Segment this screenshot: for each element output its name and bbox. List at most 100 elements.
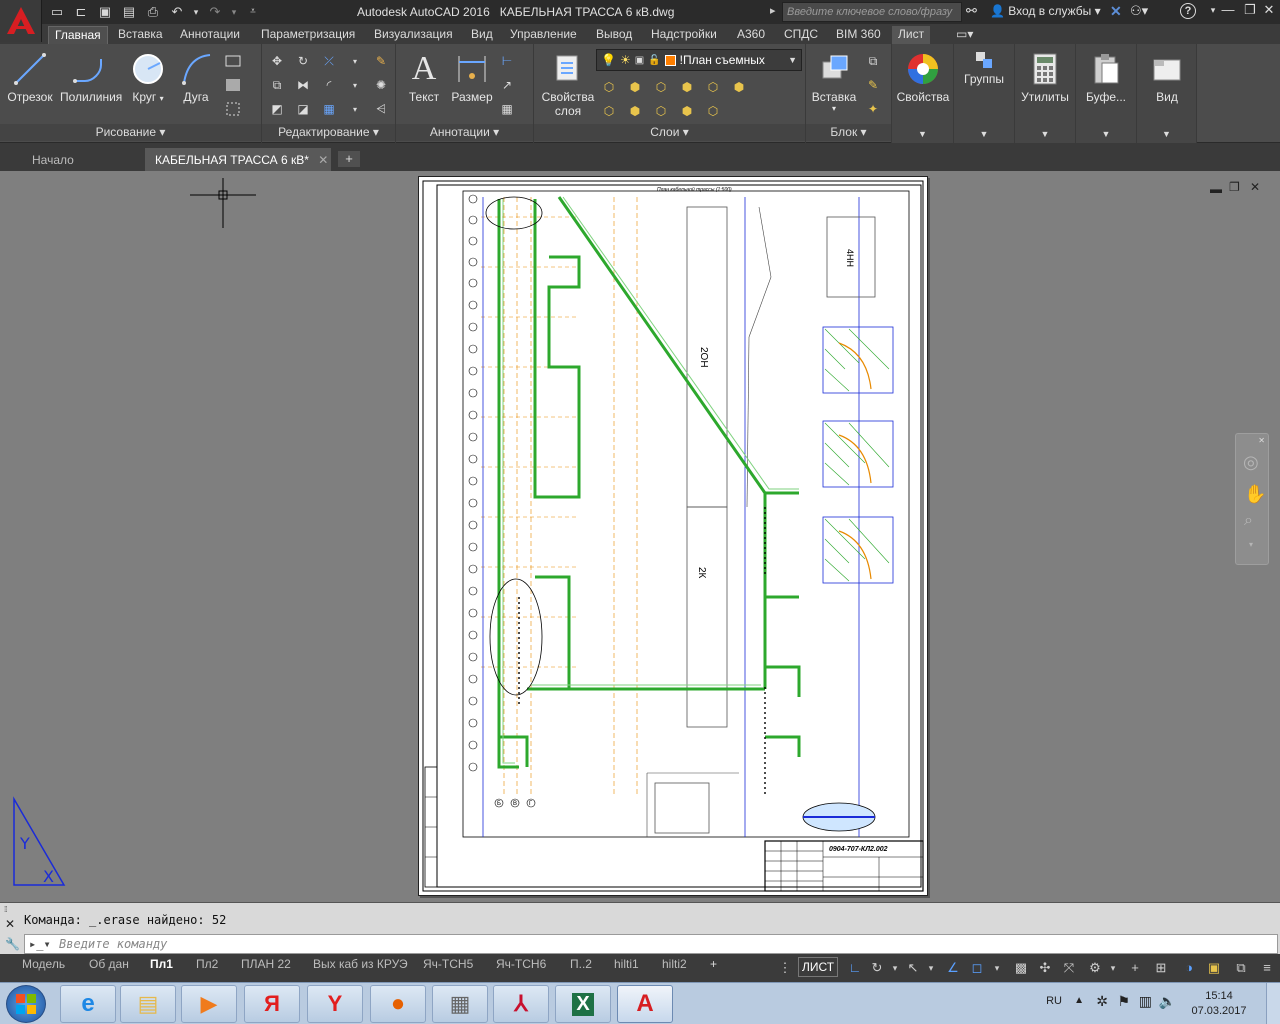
command-settings-icon[interactable]: 🔧 xyxy=(5,937,20,951)
draw-panel-title[interactable]: Рисование ▾ xyxy=(0,124,261,141)
object-snap-icon[interactable]: ◻ xyxy=(968,959,986,977)
show-annotation-icon[interactable]: ▩ xyxy=(1012,959,1030,977)
explode-icon[interactable]: ✺ xyxy=(370,74,392,96)
viewport-close-icon[interactable]: ✕ xyxy=(1250,180,1260,194)
a360-icon[interactable]: ⚇▾ xyxy=(1130,3,1148,19)
new-tab-icon[interactable]: + xyxy=(338,151,360,167)
trim-dropdown-icon[interactable]: ▾ xyxy=(344,50,366,72)
modify-panel-title[interactable]: Редактирование ▾ xyxy=(262,124,395,141)
utilities-dropdown-icon[interactable]: ▼ xyxy=(1015,129,1075,139)
layout-tab-model[interactable]: Модель xyxy=(18,957,69,971)
line-button[interactable]: Отрезок xyxy=(2,48,58,104)
minimize-icon[interactable]: — xyxy=(1218,2,1238,17)
linear-dim-icon[interactable]: ⊢ xyxy=(496,50,518,72)
close-icon[interactable]: ✕ xyxy=(1259,2,1279,18)
mirror-icon[interactable]: ⧓ xyxy=(292,74,314,96)
layer-tool-7-icon[interactable]: ⬡ xyxy=(598,100,620,122)
show-hidden-icons-icon[interactable]: ▲ xyxy=(1074,995,1084,1006)
tab-output[interactable]: Вывод xyxy=(590,26,638,44)
action-center-icon[interactable]: ⚑ xyxy=(1117,993,1130,1010)
scale-icon[interactable]: ◪ xyxy=(292,98,314,120)
tab-a360[interactable]: A360 xyxy=(731,26,771,44)
layout-tab-5[interactable]: Вых каб из КРУЭ xyxy=(309,957,412,971)
create-block-icon[interactable]: ⧉ xyxy=(862,50,884,72)
workspace-dropdown-icon[interactable]: ▾ xyxy=(1104,959,1122,977)
isolate-objects-icon[interactable]: ◑ xyxy=(1180,959,1198,977)
hatch-icon[interactable] xyxy=(222,74,244,96)
viewport-minimize-icon[interactable]: ▬ xyxy=(1210,182,1222,196)
sign-in-button[interactable]: 👤 Вход в службы ▾ xyxy=(990,4,1101,18)
layer-tool-2-icon[interactable]: ⬢ xyxy=(624,76,646,98)
network-icon[interactable]: ▥ xyxy=(1139,993,1152,1010)
taskbar-yandex-browser[interactable]: Y xyxy=(307,985,363,1023)
save-as-icon[interactable]: ▤ xyxy=(120,3,138,21)
tab-layout[interactable]: Лист xyxy=(892,26,931,44)
undo-icon[interactable]: ↶ xyxy=(168,3,186,21)
layout-tab-6[interactable]: Яч-ТСН5 xyxy=(419,957,477,971)
viewport-restore-icon[interactable]: ❐ xyxy=(1229,180,1240,194)
rectangle-icon[interactable] xyxy=(222,50,244,72)
properties-panel[interactable]: Свойства ▼ xyxy=(892,44,954,143)
drawing-tab[interactable]: КАБЕЛЬНАЯ ТРАССА 6 кВ* ✕ xyxy=(145,148,331,171)
tab-parametric[interactable]: Параметризация xyxy=(255,26,361,44)
tab-manage[interactable]: Управление xyxy=(504,26,583,44)
tab-insert[interactable]: Вставка xyxy=(112,26,169,44)
leader-icon[interactable]: ↗ xyxy=(496,74,518,96)
workspace-gear-icon[interactable]: ⚙ xyxy=(1086,959,1104,977)
hardware-acceleration-icon[interactable]: ▣ xyxy=(1205,959,1223,977)
copy-icon[interactable]: ⧉ xyxy=(266,74,288,96)
move-icon[interactable]: ✥ xyxy=(266,50,288,72)
layout-tab-2[interactable]: Пл1 xyxy=(146,957,177,971)
taskbar-explorer[interactable]: ▤ xyxy=(120,985,176,1023)
layout-tab-9[interactable]: hilti1 xyxy=(610,957,643,971)
layer-tool-5-icon[interactable]: ⬡ xyxy=(702,76,724,98)
paper-space-toggle[interactable]: ЛИСТ xyxy=(798,957,838,977)
array-dropdown-icon[interactable]: ▾ xyxy=(344,98,366,120)
annotation-scale-icon[interactable]: ⤧ xyxy=(1060,959,1078,977)
offset-icon[interactable]: ⩤ xyxy=(370,98,392,120)
layout-tab-8[interactable]: П..2 xyxy=(566,957,596,971)
open-file-icon[interactable]: ⊏ xyxy=(72,3,90,21)
zoom-extents-icon[interactable]: ⌕ xyxy=(1244,512,1253,530)
clean-screen-icon[interactable]: ⧉ xyxy=(1232,959,1250,977)
annotation-panel-title[interactable]: Аннотации ▾ xyxy=(396,124,533,141)
tab-home[interactable]: Главная xyxy=(48,26,108,44)
view-dropdown-icon[interactable]: ▼ xyxy=(1137,129,1196,139)
command-grip-icon[interactable]: ⁞⁞ xyxy=(4,905,8,914)
utilities-panel[interactable]: Утилиты ▼ xyxy=(1015,44,1076,143)
pan-hand-icon[interactable]: ✋ xyxy=(1244,484,1266,505)
layer-tool-8-icon[interactable]: ⬢ xyxy=(624,100,646,122)
region-icon[interactable] xyxy=(222,98,244,120)
taskbar-ie[interactable]: e xyxy=(60,985,116,1023)
isodraft-dropdown-icon[interactable]: ▾ xyxy=(922,959,940,977)
autodesk-exchange-icon[interactable]: ✕ xyxy=(1110,3,1122,20)
clipboard-dropdown-icon[interactable]: ▼ xyxy=(1076,129,1136,139)
layer-tool-6-icon[interactable]: ⬢ xyxy=(728,76,750,98)
taskbar-calculator[interactable]: ▦ xyxy=(432,985,488,1023)
polar-tracking-icon[interactable]: ↻ xyxy=(868,959,886,977)
insert-block-button[interactable]: Вставка ▾ xyxy=(806,48,862,113)
object-snap-dropdown-icon[interactable]: ▾ xyxy=(988,959,1006,977)
tab-spds[interactable]: СПДС xyxy=(778,26,824,44)
polar-dropdown-icon[interactable]: ▾ xyxy=(886,959,904,977)
taskbar-media-player[interactable]: ▶ xyxy=(181,985,237,1023)
layer-tool-4-icon[interactable]: ⬢ xyxy=(676,76,698,98)
redo-icon[interactable]: ↷ xyxy=(206,3,224,21)
groups-panel[interactable]: Группы ▼ xyxy=(954,44,1015,143)
redo-dropdown-icon[interactable]: ▾ xyxy=(230,3,238,21)
stretch-icon[interactable]: ◩ xyxy=(266,98,288,120)
taskbar-acrobat[interactable]: ⅄ xyxy=(493,985,549,1023)
erase-icon[interactable]: ✎ xyxy=(370,50,392,72)
groups-dropdown-icon[interactable]: ▼ xyxy=(954,129,1014,139)
annotation-monitor-icon[interactable]: + xyxy=(1126,959,1144,977)
undo-dropdown-icon[interactable]: ▾ xyxy=(192,3,200,21)
selection-cycling-icon[interactable]: ✣ xyxy=(1036,959,1054,977)
add-layout-icon[interactable]: + xyxy=(706,957,721,971)
application-menu-button[interactable] xyxy=(0,0,42,42)
layer-tool-11-icon[interactable]: ⬡ xyxy=(702,100,724,122)
new-file-icon[interactable]: ▭ xyxy=(48,3,66,21)
layer-tool-9-icon[interactable]: ⬡ xyxy=(650,100,672,122)
tab-view[interactable]: Вид xyxy=(465,26,499,44)
snap-grid-icon[interactable]: ∟ xyxy=(846,959,864,977)
edit-attributes-icon[interactable]: ✦ xyxy=(862,98,884,120)
